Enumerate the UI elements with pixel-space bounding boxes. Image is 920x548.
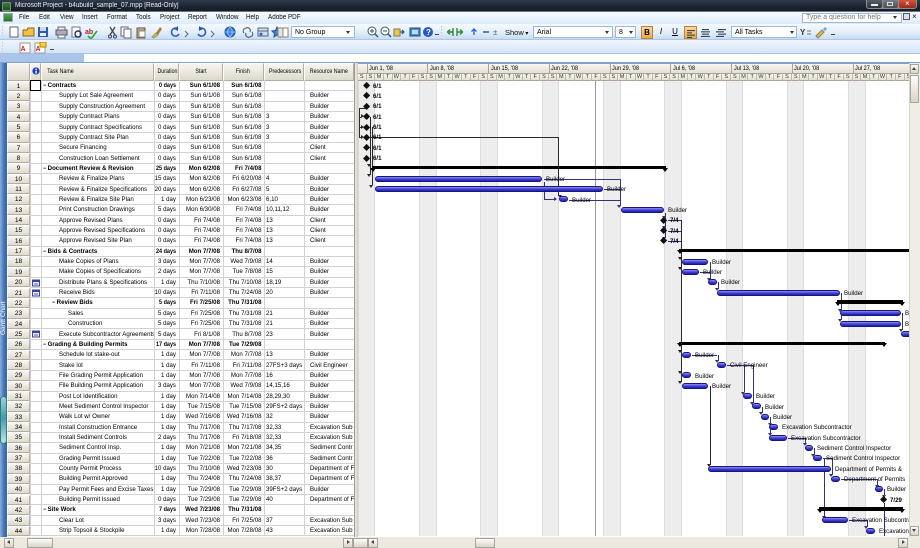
svg-text:ab: ab <box>85 29 93 36</box>
svg-text:?: ? <box>426 28 431 37</box>
svg-text:A: A <box>21 46 26 53</box>
svg-text:Y: Y <box>800 28 806 37</box>
svg-text:±: ± <box>493 28 498 37</box>
